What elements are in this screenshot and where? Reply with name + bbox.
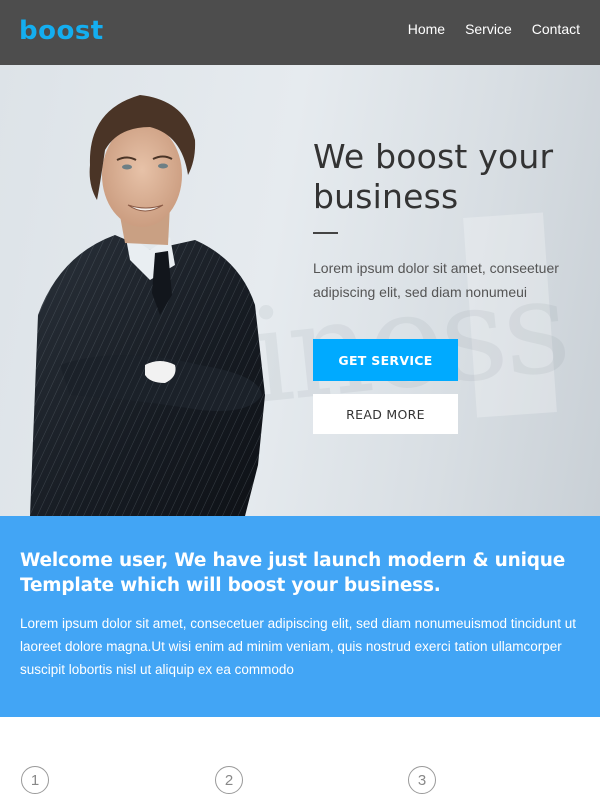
welcome-section: Welcome user, We have just launch modern… xyxy=(0,516,600,717)
step-number-badge: 1 xyxy=(21,766,49,794)
nav-home-link[interactable]: Home xyxy=(408,20,445,38)
steps-section: 1 2 3 xyxy=(0,717,600,800)
site-header: boost Home Service Contact xyxy=(0,0,600,65)
step-number-badge: 2 xyxy=(215,766,243,794)
nav-service-link[interactable]: Service xyxy=(465,20,512,38)
welcome-title: Welcome user, We have just launch modern… xyxy=(20,550,566,596)
hero-description: Lorem ipsum dolor sit amet, conseetuer a… xyxy=(313,260,559,300)
welcome-text: Lorem ipsum dolor sit amet, consecetuer … xyxy=(20,616,577,677)
hero-title: We boost your business xyxy=(313,137,554,216)
read-more-button[interactable]: READ MORE xyxy=(313,394,458,434)
hero-section: iness xyxy=(0,65,600,516)
logo[interactable]: boost xyxy=(19,14,104,48)
get-service-button[interactable]: GET SERVICE xyxy=(313,339,458,381)
main-nav: Home Service Contact xyxy=(408,20,580,38)
nav-contact-link[interactable]: Contact xyxy=(532,20,580,38)
hero-divider xyxy=(313,232,338,234)
hero-businessman-photo xyxy=(30,95,265,516)
step-number-badge: 3 xyxy=(408,766,436,794)
